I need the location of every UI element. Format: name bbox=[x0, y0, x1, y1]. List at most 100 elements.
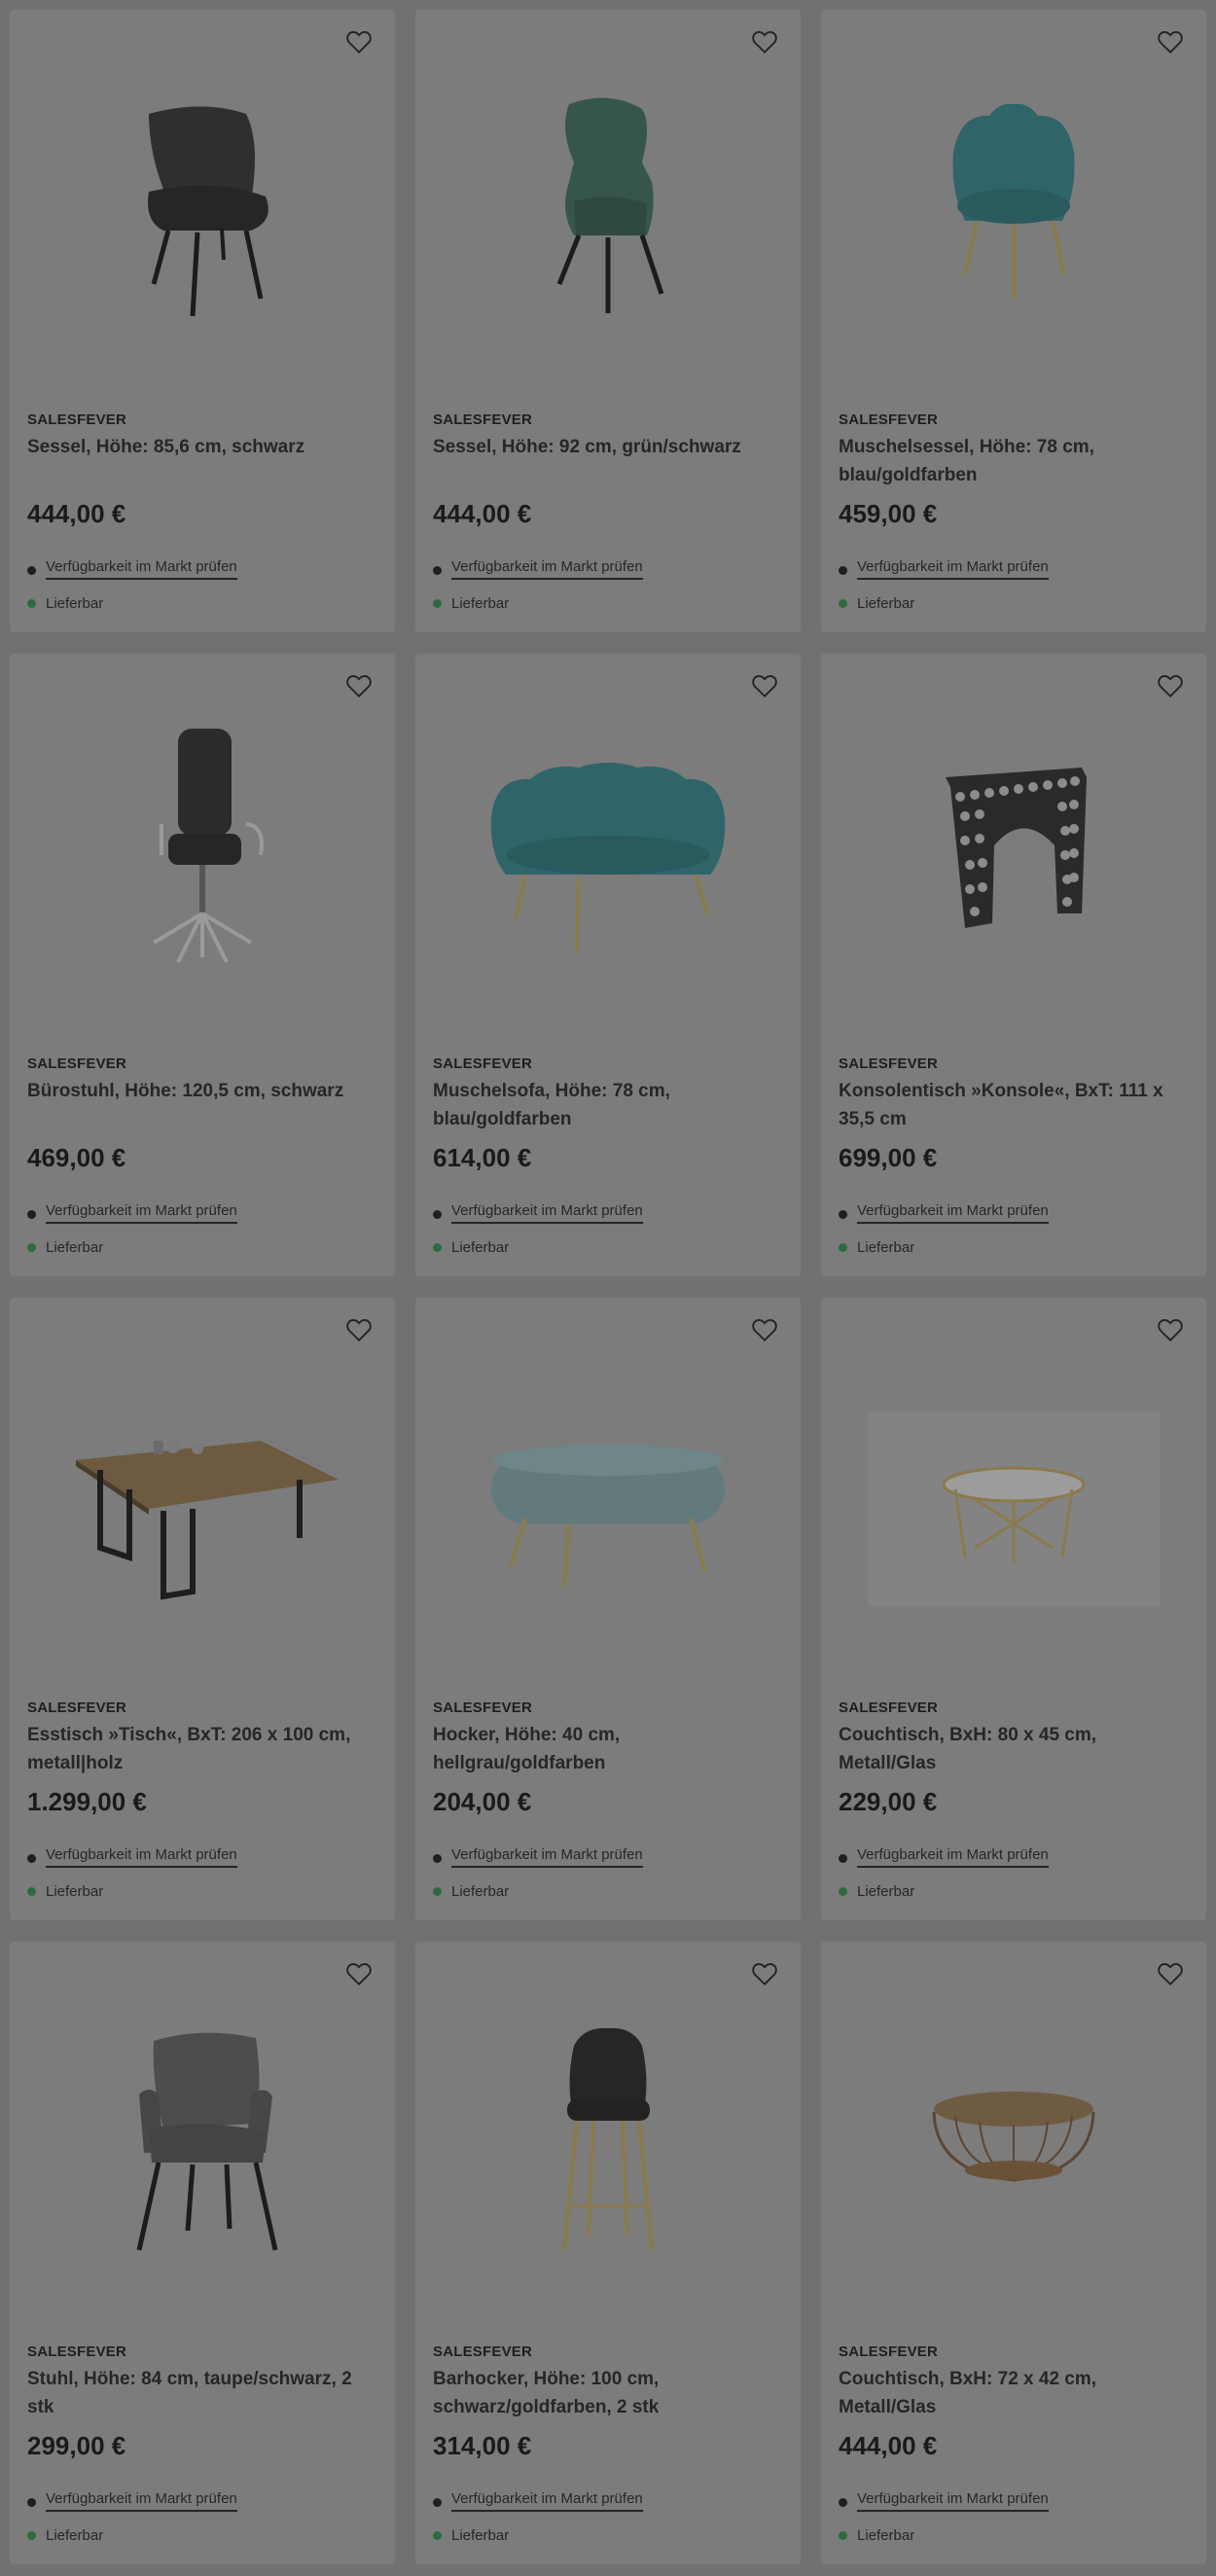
product-card[interactable]: SALESFEVER Muschelsofa, Höhe: 78 cm, bla… bbox=[415, 654, 801, 1276]
product-title[interactable]: Couchtisch, BxH: 72 x 42 cm, Metall/Glas bbox=[839, 2365, 1189, 2421]
check-availability-link[interactable]: Verfügbarkeit im Markt prüfen bbox=[857, 558, 1049, 580]
heart-icon[interactable] bbox=[342, 669, 376, 702]
product-price: 444,00 € bbox=[433, 499, 532, 528]
product-title[interactable]: Muschelsessel, Höhe: 78 cm, blau/goldfar… bbox=[839, 433, 1189, 489]
product-price: 699,00 € bbox=[839, 1143, 938, 1172]
check-availability-link[interactable]: Verfügbarkeit im Markt prüfen bbox=[46, 1846, 237, 1868]
dining-chair-taupe-image[interactable] bbox=[10, 1992, 395, 2284]
product-title[interactable]: Hocker, Höhe: 40 cm, hellgrau/goldfarben bbox=[433, 1721, 783, 1777]
check-availability-link[interactable]: Verfügbarkeit im Markt prüfen bbox=[46, 2490, 237, 2512]
status-dot bbox=[839, 2498, 847, 2507]
check-availability-link[interactable]: Verfügbarkeit im Markt prüfen bbox=[451, 558, 643, 580]
delivery-status: Lieferbar bbox=[27, 595, 103, 612]
delivery-status: Lieferbar bbox=[433, 1883, 509, 1900]
product-card[interactable]: SALESFEVER Hocker, Höhe: 40 cm, hellgrau… bbox=[415, 1298, 801, 1920]
product-card[interactable]: SALESFEVER Esstisch »Tisch«, BxT: 206 x … bbox=[10, 1298, 395, 1920]
availability-row: Verfügbarkeit im Markt prüfen bbox=[433, 558, 643, 584]
availability-row: Verfügbarkeit im Markt prüfen bbox=[839, 1202, 1049, 1228]
availability-row: Verfügbarkeit im Markt prüfen bbox=[839, 1846, 1049, 1872]
heart-icon[interactable] bbox=[1154, 669, 1187, 702]
product-brand: SALESFEVER bbox=[839, 2343, 939, 2360]
product-title[interactable]: Stuhl, Höhe: 84 cm, taupe/schwarz, 2 stk bbox=[27, 2365, 377, 2421]
product-card[interactable]: SALESFEVER Sessel, Höhe: 85,6 cm, schwar… bbox=[10, 10, 395, 632]
available-dot bbox=[839, 1887, 847, 1896]
availability-row: Verfügbarkeit im Markt prüfen bbox=[27, 2490, 237, 2516]
product-title[interactable]: Barhocker, Höhe: 100 cm, schwarz/goldfar… bbox=[433, 2365, 783, 2421]
product-title[interactable]: Couchtisch, BxH: 80 x 45 cm, Metall/Glas bbox=[839, 1721, 1189, 1777]
heart-icon[interactable] bbox=[1154, 25, 1187, 58]
product-card[interactable]: SALESFEVER Muschelsessel, Höhe: 78 cm, b… bbox=[821, 10, 1206, 632]
product-brand: SALESFEVER bbox=[839, 1699, 939, 1716]
office-chair-black-image[interactable] bbox=[10, 704, 395, 996]
check-availability-link[interactable]: Verfügbarkeit im Markt prüfen bbox=[451, 1846, 643, 1868]
lounge-chair-black-image[interactable] bbox=[10, 60, 395, 352]
status-dot bbox=[433, 566, 442, 575]
heart-icon[interactable] bbox=[342, 1313, 376, 1346]
product-card[interactable]: SALESFEVER Stuhl, Höhe: 84 cm, taupe/sch… bbox=[10, 1942, 395, 2564]
delivery-label: Lieferbar bbox=[451, 1883, 510, 1900]
check-availability-link[interactable]: Verfügbarkeit im Markt prüfen bbox=[857, 1202, 1049, 1224]
heart-icon[interactable] bbox=[342, 1957, 376, 1990]
delivery-status: Lieferbar bbox=[433, 1239, 509, 1256]
delivery-status: Lieferbar bbox=[839, 1883, 914, 1900]
bench-stool-grey-image[interactable] bbox=[415, 1348, 801, 1640]
product-title[interactable]: Sessel, Höhe: 85,6 cm, schwarz bbox=[27, 433, 377, 461]
heart-icon[interactable] bbox=[748, 25, 781, 58]
product-price: 299,00 € bbox=[27, 2431, 126, 2460]
delivery-label: Lieferbar bbox=[46, 1883, 104, 1900]
available-dot bbox=[27, 2531, 36, 2540]
bar-stool-black-image[interactable] bbox=[415, 1992, 801, 2284]
available-dot bbox=[433, 1243, 442, 1252]
product-brand: SALESFEVER bbox=[433, 1055, 533, 1072]
coffee-table-copper-image[interactable] bbox=[821, 1992, 1206, 2284]
heart-icon[interactable] bbox=[748, 1313, 781, 1346]
product-brand: SALESFEVER bbox=[27, 411, 127, 428]
check-availability-link[interactable]: Verfügbarkeit im Markt prüfen bbox=[46, 1202, 237, 1224]
availability-row: Verfügbarkeit im Markt prüfen bbox=[433, 1846, 643, 1872]
delivery-status: Lieferbar bbox=[433, 595, 509, 612]
heart-icon[interactable] bbox=[748, 1957, 781, 1990]
available-dot bbox=[433, 599, 442, 608]
product-title[interactable]: Sessel, Höhe: 92 cm, grün/schwarz bbox=[433, 433, 783, 461]
product-card[interactable]: SALESFEVER Couchtisch, BxH: 80 x 45 cm, … bbox=[821, 1298, 1206, 1920]
dining-table-wood-image[interactable] bbox=[10, 1348, 395, 1640]
availability-row: Verfügbarkeit im Markt prüfen bbox=[839, 2490, 1049, 2516]
check-availability-link[interactable]: Verfügbarkeit im Markt prüfen bbox=[451, 2490, 643, 2512]
delivery-status: Lieferbar bbox=[27, 1883, 103, 1900]
console-table-image[interactable] bbox=[821, 704, 1206, 996]
product-card[interactable]: SALESFEVER Barhocker, Höhe: 100 cm, schw… bbox=[415, 1942, 801, 2564]
available-dot bbox=[27, 1243, 36, 1252]
product-card[interactable]: SALESFEVER Konsolentisch »Konsole«, BxT:… bbox=[821, 654, 1206, 1276]
check-availability-link[interactable]: Verfügbarkeit im Markt prüfen bbox=[857, 2490, 1049, 2512]
availability-row: Verfügbarkeit im Markt prüfen bbox=[433, 2490, 643, 2516]
wingback-chair-green-image[interactable] bbox=[415, 60, 801, 352]
status-dot bbox=[839, 1210, 847, 1219]
check-availability-link[interactable]: Verfügbarkeit im Markt prüfen bbox=[46, 558, 237, 580]
status-dot bbox=[27, 1210, 36, 1219]
heart-icon[interactable] bbox=[748, 669, 781, 702]
product-title[interactable]: Muschelsofa, Höhe: 78 cm, blau/goldfarbe… bbox=[433, 1077, 783, 1133]
product-title[interactable]: Konsolentisch »Konsole«, BxT: 111 x 35,5… bbox=[839, 1077, 1189, 1133]
heart-icon[interactable] bbox=[1154, 1313, 1187, 1346]
available-dot bbox=[839, 2531, 847, 2540]
product-card[interactable]: SALESFEVER Sessel, Höhe: 92 cm, grün/sch… bbox=[415, 10, 801, 632]
product-price: 444,00 € bbox=[27, 499, 126, 528]
heart-icon[interactable] bbox=[342, 25, 376, 58]
coffee-table-marble-image[interactable] bbox=[821, 1348, 1206, 1640]
product-title[interactable]: Bürostuhl, Höhe: 120,5 cm, schwarz bbox=[27, 1077, 377, 1105]
check-availability-link[interactable]: Verfügbarkeit im Markt prüfen bbox=[451, 1202, 643, 1224]
product-title[interactable]: Esstisch »Tisch«, BxT: 206 x 100 cm, met… bbox=[27, 1721, 377, 1777]
available-dot bbox=[433, 2531, 442, 2540]
delivery-status: Lieferbar bbox=[27, 1239, 103, 1256]
shell-sofa-teal-image[interactable] bbox=[415, 704, 801, 996]
status-dot bbox=[433, 2498, 442, 2507]
product-card[interactable]: SALESFEVER Bürostuhl, Höhe: 120,5 cm, sc… bbox=[10, 654, 395, 1276]
shell-armchair-teal-image[interactable] bbox=[821, 60, 1206, 352]
product-price: 229,00 € bbox=[839, 1787, 938, 1816]
heart-icon[interactable] bbox=[1154, 1957, 1187, 1990]
product-brand: SALESFEVER bbox=[27, 1699, 127, 1716]
check-availability-link[interactable]: Verfügbarkeit im Markt prüfen bbox=[857, 1846, 1049, 1868]
product-brand: SALESFEVER bbox=[433, 1699, 533, 1716]
product-card[interactable]: SALESFEVER Couchtisch, BxH: 72 x 42 cm, … bbox=[821, 1942, 1206, 2564]
status-dot bbox=[27, 566, 36, 575]
